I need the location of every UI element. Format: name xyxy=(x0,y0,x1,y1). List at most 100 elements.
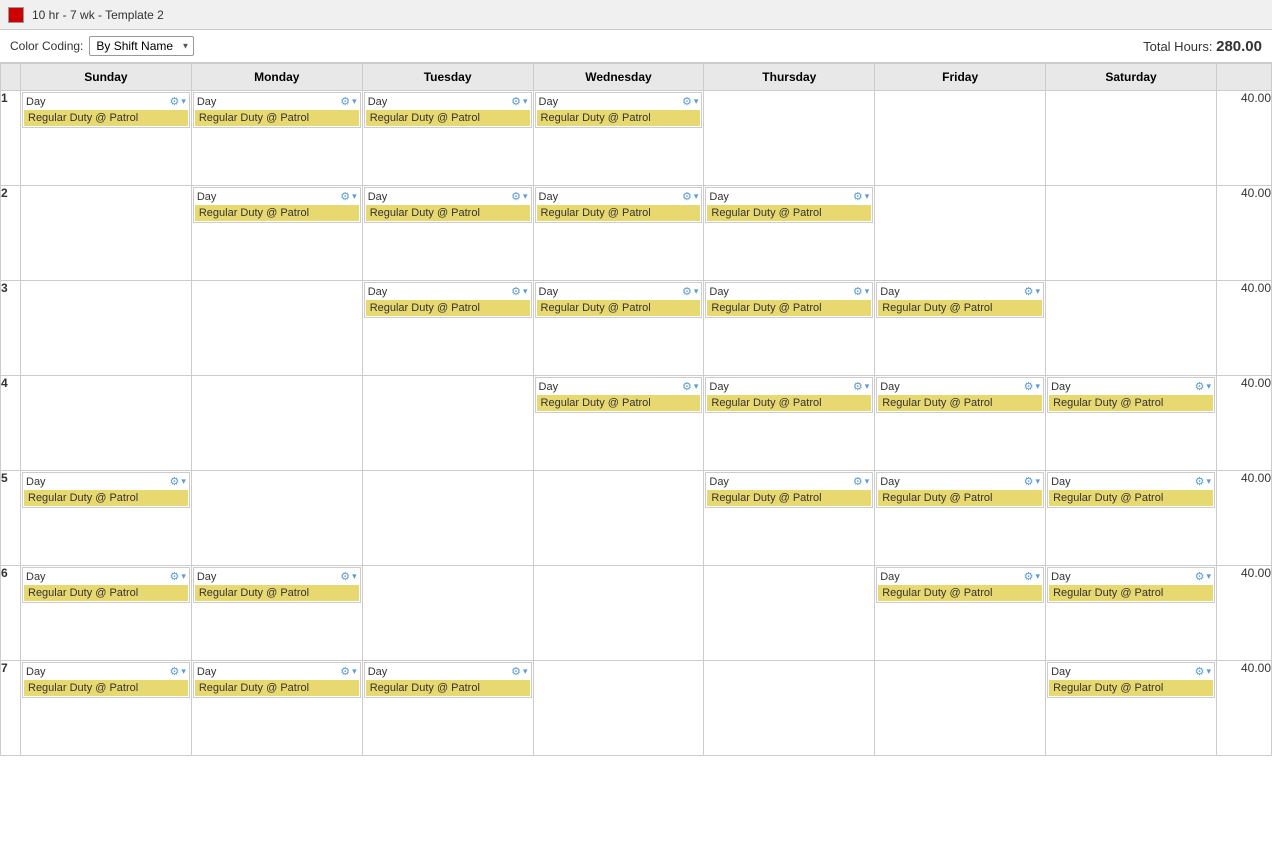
chevron-down-icon[interactable]: ▾ xyxy=(181,96,186,107)
gear-icon[interactable]: ⚙ xyxy=(1195,665,1205,678)
duty-label[interactable]: Regular Duty @ Patrol xyxy=(707,490,871,506)
gear-icon[interactable]: ⚙ xyxy=(682,285,692,298)
chevron-down-icon[interactable]: ▾ xyxy=(865,476,870,487)
duty-label[interactable]: Regular Duty @ Patrol xyxy=(537,110,701,126)
duty-label[interactable]: Regular Duty @ Patrol xyxy=(707,205,871,221)
duty-label[interactable]: Regular Duty @ Patrol xyxy=(24,585,188,601)
duty-label[interactable]: Regular Duty @ Patrol xyxy=(24,490,188,506)
chevron-down-icon[interactable]: ▾ xyxy=(352,191,357,202)
duty-label[interactable]: Regular Duty @ Patrol xyxy=(24,680,188,696)
gear-icon[interactable]: ⚙ xyxy=(682,95,692,108)
gear-icon[interactable]: ⚙ xyxy=(682,380,692,393)
duty-label[interactable]: Regular Duty @ Patrol xyxy=(537,395,701,411)
shift-icons: ⚙▾ xyxy=(853,380,869,393)
gear-icon[interactable]: ⚙ xyxy=(169,665,179,678)
gear-icon[interactable]: ⚙ xyxy=(511,285,521,298)
gear-icon[interactable]: ⚙ xyxy=(340,95,350,108)
cell-week2-day2: Day⚙▾Regular Duty @ Patrol xyxy=(362,186,533,281)
chevron-down-icon[interactable]: ▾ xyxy=(523,666,528,677)
gear-icon[interactable]: ⚙ xyxy=(1195,380,1205,393)
chevron-down-icon[interactable]: ▾ xyxy=(694,381,699,392)
duty-label[interactable]: Regular Duty @ Patrol xyxy=(1049,490,1213,506)
gear-icon[interactable]: ⚙ xyxy=(853,285,863,298)
chevron-down-icon[interactable]: ▾ xyxy=(181,571,186,582)
duty-label[interactable]: Regular Duty @ Patrol xyxy=(707,395,871,411)
shift-header: Day⚙▾ xyxy=(536,93,702,110)
chevron-down-icon[interactable]: ▾ xyxy=(1036,381,1041,392)
color-coding-select[interactable]: By Shift Name By Position By Unit xyxy=(89,36,194,56)
chevron-down-icon[interactable]: ▾ xyxy=(865,381,870,392)
gear-icon[interactable]: ⚙ xyxy=(511,190,521,203)
gear-icon[interactable]: ⚙ xyxy=(853,475,863,488)
duty-label[interactable]: Regular Duty @ Patrol xyxy=(1049,585,1213,601)
duty-label[interactable]: Regular Duty @ Patrol xyxy=(195,205,359,221)
cell-week4-day1 xyxy=(191,376,362,471)
chevron-down-icon[interactable]: ▾ xyxy=(1206,476,1211,487)
duty-label[interactable]: Regular Duty @ Patrol xyxy=(366,110,530,126)
gear-icon[interactable]: ⚙ xyxy=(1024,380,1034,393)
week-row-5: 5Day⚙▾Regular Duty @ PatrolDay⚙▾Regular … xyxy=(1,471,1272,566)
duty-label[interactable]: Regular Duty @ Patrol xyxy=(366,205,530,221)
gear-icon[interactable]: ⚙ xyxy=(340,570,350,583)
chevron-down-icon[interactable]: ▾ xyxy=(181,476,186,487)
duty-label[interactable]: Regular Duty @ Patrol xyxy=(878,490,1042,506)
gear-icon[interactable]: ⚙ xyxy=(169,570,179,583)
gear-icon[interactable]: ⚙ xyxy=(169,475,179,488)
gear-icon[interactable]: ⚙ xyxy=(511,95,521,108)
gear-icon[interactable]: ⚙ xyxy=(682,190,692,203)
duty-label[interactable]: Regular Duty @ Patrol xyxy=(878,395,1042,411)
shift-header: Day⚙▾ xyxy=(536,378,702,395)
duty-label[interactable]: Regular Duty @ Patrol xyxy=(537,300,701,316)
color-coding-select-wrapper[interactable]: By Shift Name By Position By Unit xyxy=(89,36,194,56)
duty-label[interactable]: Regular Duty @ Patrol xyxy=(366,680,530,696)
week-row-1: 1Day⚙▾Regular Duty @ PatrolDay⚙▾Regular … xyxy=(1,91,1272,186)
gear-icon[interactable]: ⚙ xyxy=(1195,475,1205,488)
gear-icon[interactable]: ⚙ xyxy=(853,190,863,203)
cell-week7-day0: Day⚙▾Regular Duty @ Patrol xyxy=(21,661,192,756)
chevron-down-icon[interactable]: ▾ xyxy=(352,571,357,582)
shift-header: Day⚙▾ xyxy=(365,663,531,680)
gear-icon[interactable]: ⚙ xyxy=(1024,475,1034,488)
chevron-down-icon[interactable]: ▾ xyxy=(523,191,528,202)
duty-label[interactable]: Regular Duty @ Patrol xyxy=(707,300,871,316)
duty-label[interactable]: Regular Duty @ Patrol xyxy=(1049,680,1213,696)
duty-label[interactable]: Regular Duty @ Patrol xyxy=(195,110,359,126)
chevron-down-icon[interactable]: ▾ xyxy=(1036,476,1041,487)
chevron-down-icon[interactable]: ▾ xyxy=(1206,381,1211,392)
chevron-down-icon[interactable]: ▾ xyxy=(1036,571,1041,582)
chevron-down-icon[interactable]: ▾ xyxy=(523,286,528,297)
gear-icon[interactable]: ⚙ xyxy=(340,190,350,203)
chevron-down-icon[interactable]: ▾ xyxy=(1036,286,1041,297)
chevron-down-icon[interactable]: ▾ xyxy=(523,96,528,107)
week-num-6: 6 xyxy=(1,566,21,661)
cell-week6-day5: Day⚙▾Regular Duty @ Patrol xyxy=(875,566,1046,661)
duty-label[interactable]: Regular Duty @ Patrol xyxy=(366,300,530,316)
gear-icon[interactable]: ⚙ xyxy=(1024,285,1034,298)
chevron-down-icon[interactable]: ▾ xyxy=(181,666,186,677)
chevron-down-icon[interactable]: ▾ xyxy=(352,96,357,107)
duty-label[interactable]: Regular Duty @ Patrol xyxy=(537,205,701,221)
duty-label[interactable]: Regular Duty @ Patrol xyxy=(878,585,1042,601)
chevron-down-icon[interactable]: ▾ xyxy=(1206,571,1211,582)
duty-label[interactable]: Regular Duty @ Patrol xyxy=(1049,395,1213,411)
gear-icon[interactable]: ⚙ xyxy=(511,665,521,678)
chevron-down-icon[interactable]: ▾ xyxy=(1206,666,1211,677)
duty-label[interactable]: Regular Duty @ Patrol xyxy=(195,680,359,696)
duty-label[interactable]: Regular Duty @ Patrol xyxy=(195,585,359,601)
chevron-down-icon[interactable]: ▾ xyxy=(694,191,699,202)
gear-icon[interactable]: ⚙ xyxy=(1195,570,1205,583)
chevron-down-icon[interactable]: ▾ xyxy=(865,191,870,202)
duty-label[interactable]: Regular Duty @ Patrol xyxy=(24,110,188,126)
chevron-down-icon[interactable]: ▾ xyxy=(865,286,870,297)
gear-icon[interactable]: ⚙ xyxy=(169,95,179,108)
cell-week5-day2 xyxy=(362,471,533,566)
shift-name: Day xyxy=(880,286,900,298)
gear-icon[interactable]: ⚙ xyxy=(340,665,350,678)
duty-label[interactable]: Regular Duty @ Patrol xyxy=(878,300,1042,316)
gear-icon[interactable]: ⚙ xyxy=(1024,570,1034,583)
gear-icon[interactable]: ⚙ xyxy=(853,380,863,393)
shift-name: Day xyxy=(1051,476,1071,488)
chevron-down-icon[interactable]: ▾ xyxy=(694,286,699,297)
chevron-down-icon[interactable]: ▾ xyxy=(694,96,699,107)
chevron-down-icon[interactable]: ▾ xyxy=(352,666,357,677)
